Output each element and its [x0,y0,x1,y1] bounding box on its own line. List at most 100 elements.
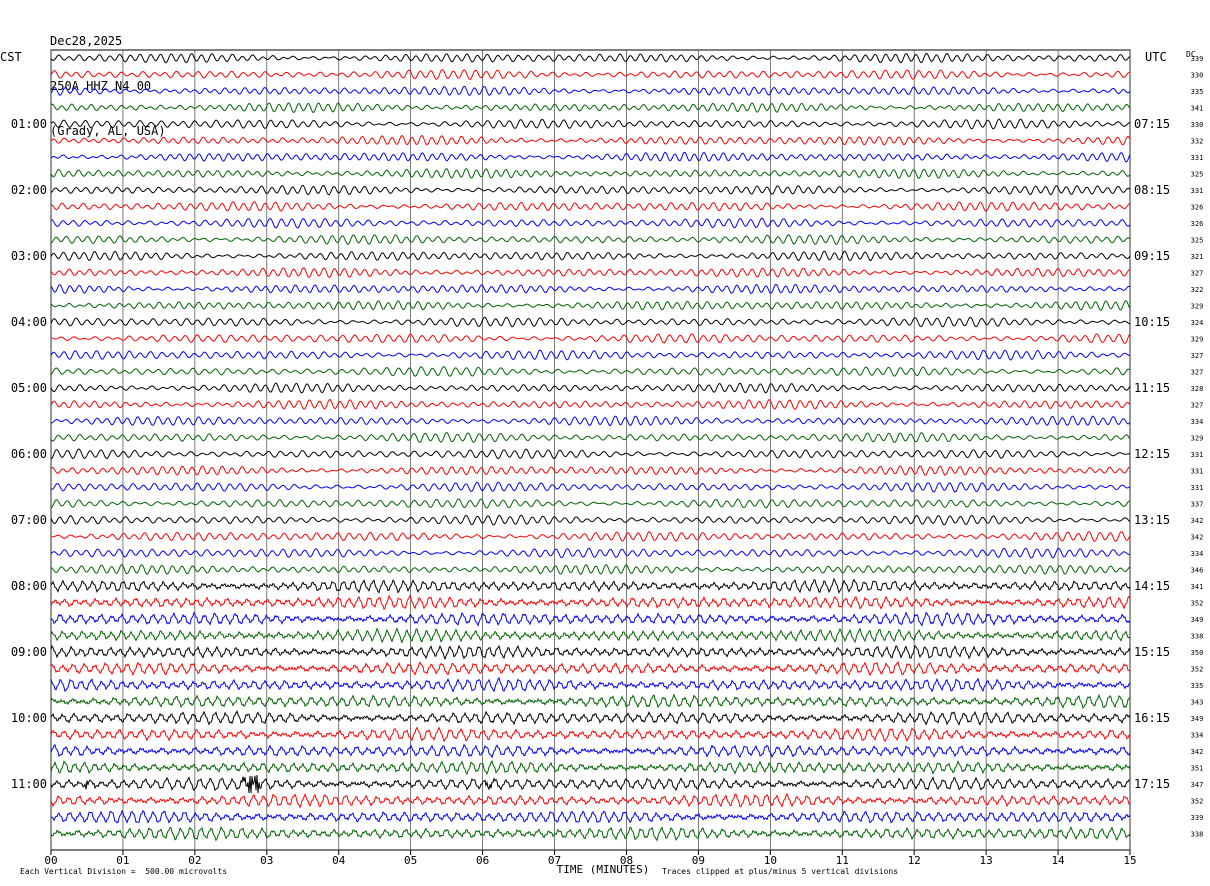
seismogram-trace [50,825,1131,842]
seismogram-trace [50,382,1131,394]
dc-offset-label: 329 [1191,336,1204,344]
seismogram-trace [50,792,1131,809]
helicorder-plot: 00 01 02 03 04 05 06 07 08 09 10 11 12 13 14 15TIME (MI… [11,49,1204,876]
dc-offset-label: 327 [1191,402,1204,410]
seismogram-trace [50,661,1131,677]
x-tick-label: 01 [116,854,129,867]
dc-offset-label: 331 [1191,451,1204,459]
seismogram-trace [50,234,1131,246]
seismogram-trace [50,710,1131,726]
seismogram-trace [50,217,1131,229]
dc-offset-label: 326 [1191,204,1204,212]
seismogram-trace [50,563,1131,575]
x-tick-label: 11 [836,854,849,867]
dc-offset-label: 331 [1191,468,1204,476]
plot-frame [50,49,1131,851]
dc-offset-label: 329 [1191,303,1204,311]
dc-offset-label: 351 [1191,765,1204,773]
dc-offset-label: 331 [1191,484,1204,492]
x-tick-label: 14 [1051,854,1065,867]
seismogram-trace [50,134,1131,146]
seismogram-trace [50,514,1131,526]
utc-hour-label: 16:15 [1134,711,1170,725]
dc-offset-label: 325 [1191,171,1204,179]
utc-hour-label: 15:15 [1134,645,1170,659]
dc-offset-label: 349 [1191,715,1204,723]
dc-offset-label: 342 [1191,748,1204,756]
seismogram-trace [50,168,1131,179]
dc-offset-label: 327 [1191,369,1204,377]
seismogram-trace [50,316,1131,328]
seismogram-trace [50,52,1131,64]
seismogram-trace [50,118,1131,130]
dc-offset-label: 352 [1191,600,1204,608]
dc-offset-label: 326 [1191,220,1204,228]
seismogram-trace [50,481,1131,493]
cst-hour-label: 05:00 [11,381,47,395]
x-tick-label: 10 [764,854,777,867]
dc-offset-label: 332 [1191,138,1204,146]
seismogram-trace [50,333,1131,345]
seismogram-trace [50,627,1131,644]
cst-hour-label: 03:00 [11,249,47,263]
dc-offset-label: 342 [1191,534,1204,542]
seismogram-trace [50,759,1131,776]
seismogram-trace [50,611,1131,628]
dc-offset-label: 347 [1191,781,1204,789]
dc-offset-label: 325 [1191,237,1204,245]
dc-offset-label: 331 [1191,187,1204,195]
dc-offset-label: 331 [1191,154,1204,162]
seismogram-trace [50,85,1131,96]
seismogram-trace [50,415,1131,427]
dc-offset-label: 346 [1191,567,1204,575]
seismogram-trace [50,184,1131,196]
cst-hour-label: 01:00 [11,117,47,131]
dc-offset-label: 352 [1191,798,1204,806]
dc-offset-label: 350 [1191,649,1204,657]
dc-offset-label: 334 [1191,550,1204,558]
seismogram-trace [50,774,1131,794]
utc-hour-label: 07:15 [1134,117,1170,131]
seismogram-trace [50,365,1131,377]
seismogram-trace [50,300,1131,311]
dc-offset-label: 338 [1191,633,1204,641]
seismogram-trace [50,676,1131,693]
utc-hour-label: 12:15 [1134,447,1170,461]
cst-hour-label: 09:00 [11,645,47,659]
dc-offset-label: 339 [1191,55,1204,63]
seismogram-trace [50,726,1131,743]
seismogram-trace [50,465,1131,476]
dc-offset-label: 339 [1191,814,1204,822]
seismogram-trace [50,743,1131,759]
seismogram-trace [50,267,1131,279]
x-tick-label: 15 [1123,854,1136,867]
dc-offset-label: 327 [1191,270,1204,278]
dc-offset-label: 324 [1191,319,1204,327]
dc-offset-label: 352 [1191,666,1204,674]
cst-hour-label: 04:00 [11,315,47,329]
dc-offset-label: 334 [1191,732,1204,740]
x-tick-label: 02 [188,854,201,867]
dc-offset-label: 335 [1191,88,1204,96]
utc-hour-label: 10:15 [1134,315,1170,329]
x-axis-label: TIME (MINUTES) [557,863,650,876]
utc-hour-label: 08:15 [1134,183,1170,197]
x-tick-label: 06 [476,854,489,867]
dc-offset-label: 329 [1191,435,1204,443]
utc-hour-label: 17:15 [1134,777,1170,791]
dc-offset-label: 335 [1191,682,1204,690]
dc-offset-label: 342 [1191,517,1204,525]
cst-hour-label: 10:00 [11,711,47,725]
dc-offset-label: 328 [1191,385,1204,393]
seismogram-trace [50,250,1131,262]
x-tick-label: 03 [260,854,273,867]
clip-note: Traces clipped at plus/minus 5 vertical … [662,867,899,876]
dc-offset-label: 321 [1191,253,1204,261]
seismogram-trace [50,102,1131,114]
utc-hour-label: 11:15 [1134,381,1170,395]
x-tick-label: 09 [692,854,705,867]
x-tick-label: 00 [44,854,57,867]
x-tick-label: 12 [908,854,921,867]
cst-hour-label: 07:00 [11,513,47,527]
dc-offset-label: 338 [1191,831,1204,839]
